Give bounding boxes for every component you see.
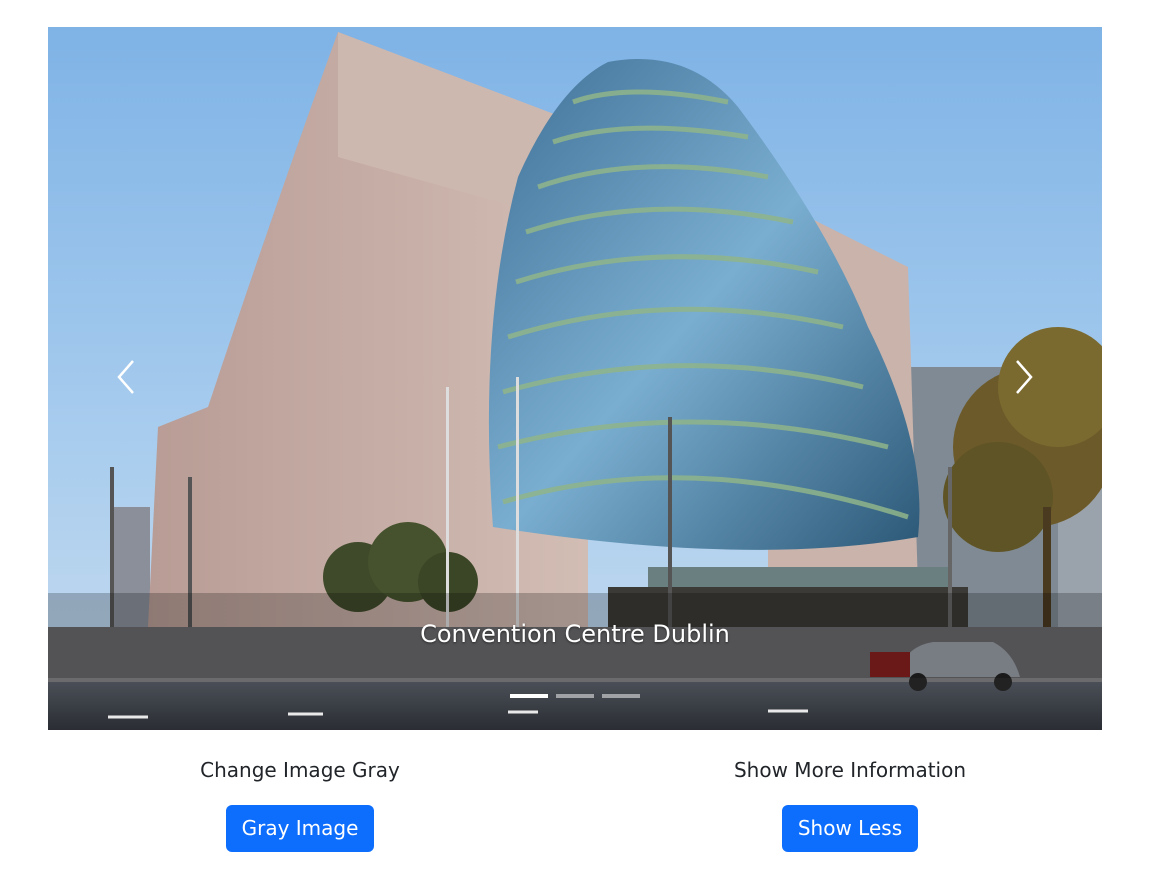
chevron-right-icon <box>1016 360 1033 394</box>
image-carousel[interactable]: Convention Centre Dublin <box>48 27 1102 730</box>
carousel-indicator-1[interactable] <box>510 694 548 698</box>
carousel-next-button[interactable] <box>994 327 1054 427</box>
gray-image-button[interactable]: Gray Image <box>225 805 375 852</box>
more-info-title: Show More Information <box>733 758 967 782</box>
carousel-indicator-3[interactable] <box>602 694 640 698</box>
carousel-indicator-2[interactable] <box>556 694 594 698</box>
carousel-prev-button[interactable] <box>96 327 156 427</box>
chevron-left-icon <box>117 360 134 394</box>
carousel-indicators <box>48 690 1102 702</box>
carousel-caption: Convention Centre Dublin <box>420 620 730 648</box>
gray-image-section: Change Image Gray Gray Image <box>100 750 500 852</box>
more-info-section: Show More Information Show Less <box>650 750 1050 852</box>
gray-image-title: Change Image Gray <box>200 758 400 782</box>
show-less-button[interactable]: Show Less <box>781 805 919 852</box>
